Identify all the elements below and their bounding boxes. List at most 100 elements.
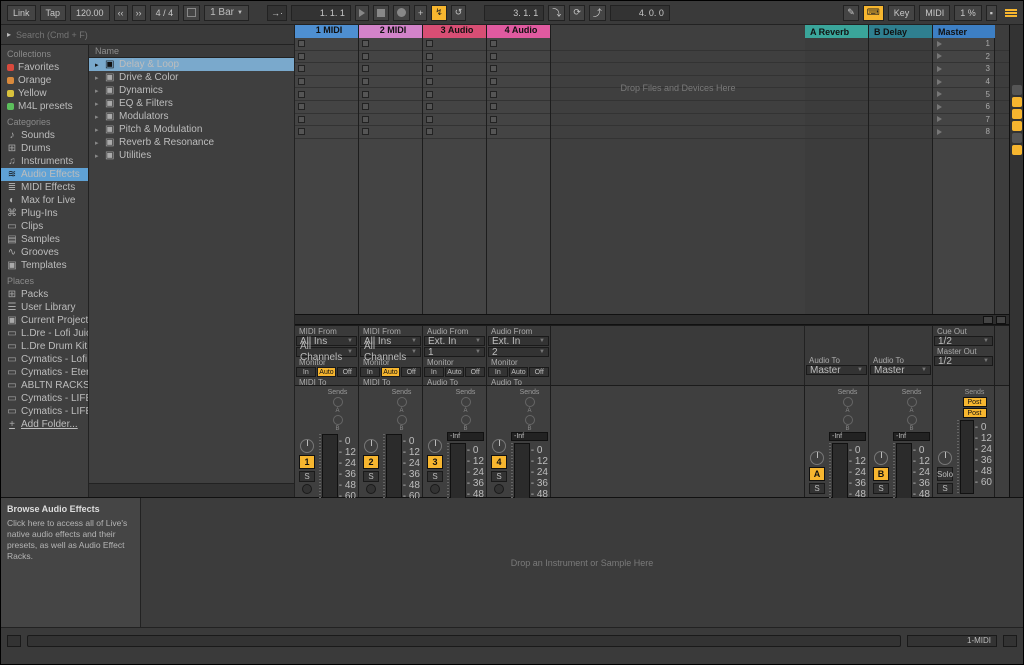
track-body[interactable] [487, 139, 551, 315]
send-b-knob[interactable] [461, 415, 471, 425]
key-map[interactable]: Key [888, 5, 916, 21]
clip-slot[interactable] [359, 101, 422, 114]
clip-slot[interactable] [295, 63, 358, 76]
track-activator[interactable]: 4 [491, 455, 507, 469]
clip-slot[interactable] [487, 88, 550, 101]
computer-midi-keyboard[interactable]: ⌨ [863, 5, 884, 21]
browser-folder[interactable]: ▸▣Dynamics [89, 84, 294, 97]
master-out[interactable]: 1/2▼ [934, 356, 993, 366]
clip-slot[interactable] [487, 63, 550, 76]
solo-button[interactable]: S [427, 471, 443, 482]
category-item[interactable]: ⌘Plug-Ins [1, 207, 88, 220]
clip-slot[interactable] [359, 51, 422, 64]
rail-io-icon[interactable] [1012, 85, 1022, 95]
nudge-down[interactable]: ‹‹ [114, 5, 128, 21]
category-item[interactable]: ≋Audio Effects [1, 168, 88, 181]
monitor-auto[interactable]: Auto [509, 367, 529, 377]
track-body[interactable] [295, 139, 359, 315]
send-b-knob[interactable] [907, 415, 917, 425]
output-type[interactable]: Master▼ [870, 365, 931, 375]
clip-slot[interactable] [487, 101, 550, 114]
send-b-knob[interactable] [525, 415, 535, 425]
rail-m-icon[interactable] [1012, 121, 1022, 131]
place-item[interactable]: ▭L.Dre Drum Kit Vol [1, 340, 88, 353]
clip-slot[interactable] [359, 88, 422, 101]
track-body[interactable] [359, 139, 423, 315]
input-channel[interactable]: 2▼ [488, 347, 549, 357]
arm-button[interactable] [366, 484, 376, 494]
input-channel[interactable]: 1▼ [424, 347, 485, 357]
monitor-in[interactable]: In [360, 367, 380, 377]
clip-slot[interactable] [295, 101, 358, 114]
status-view-toggle[interactable] [7, 635, 21, 647]
quantize-menu[interactable]: 1 Bar ▼ [204, 5, 249, 21]
play-button[interactable] [355, 5, 369, 21]
io-toggle-icon[interactable] [983, 316, 993, 324]
nudge-up[interactable]: ›› [132, 5, 146, 21]
pan-knob[interactable] [938, 451, 952, 465]
clip-slot[interactable] [423, 51, 486, 64]
clip-slot[interactable] [487, 126, 550, 139]
scene-launch[interactable]: 2 [933, 51, 994, 64]
monitor-off[interactable]: Off [465, 367, 485, 377]
overview-scrollbar[interactable] [27, 635, 901, 647]
clip-slot[interactable] [423, 126, 486, 139]
clip-slot[interactable] [487, 114, 550, 127]
clip-slot[interactable] [423, 63, 486, 76]
send-a-knob[interactable] [461, 397, 471, 407]
loop-start[interactable]: 3. 1. 1 [484, 5, 544, 21]
category-item[interactable]: ▭Clips [1, 220, 88, 233]
input-channel[interactable]: All Channels▼ [296, 347, 357, 357]
link-button[interactable]: Link [7, 5, 36, 21]
place-item[interactable]: ▭Cymatics - LIFE Ar [1, 405, 88, 418]
monitor-in[interactable]: In [424, 367, 444, 377]
tempo-field[interactable]: 120.00 [70, 5, 110, 21]
arm-button[interactable] [494, 484, 504, 494]
monitor-auto[interactable]: Auto [317, 367, 337, 377]
place-item[interactable]: ⊞Packs [1, 288, 88, 301]
clip-slot[interactable] [295, 126, 358, 139]
track-activator[interactable]: 2 [363, 455, 379, 469]
clip-slot[interactable] [487, 38, 550, 51]
category-item[interactable]: ▤Samples [1, 233, 88, 246]
collection-item[interactable]: Favorites [1, 61, 88, 74]
scene-launch[interactable]: 1 [933, 38, 994, 51]
device-drop-area[interactable]: Drop an Instrument or Sample Here [141, 498, 1023, 627]
clip-slot[interactable] [423, 76, 486, 89]
rail-s-icon[interactable] [1012, 97, 1022, 107]
rail-d-icon[interactable] [1012, 133, 1022, 143]
pan-knob[interactable] [428, 439, 442, 453]
mixer-toggle-icon[interactable] [996, 316, 1006, 324]
scene-launch[interactable]: 5 [933, 88, 994, 101]
loop-length[interactable]: 4. 0. 0 [610, 5, 670, 21]
clip-slot[interactable] [295, 88, 358, 101]
track-header[interactable]: 4 Audio [487, 25, 551, 38]
clip-slot[interactable] [359, 76, 422, 89]
rail-x-icon[interactable] [1012, 145, 1022, 155]
scene-launch[interactable]: 4 [933, 76, 994, 89]
monitor-auto[interactable]: Auto [445, 367, 465, 377]
drop-zone-large[interactable] [551, 139, 805, 315]
monitor-off[interactable]: Off [401, 367, 421, 377]
pan-knob[interactable] [874, 451, 888, 465]
solo-button[interactable]: S [809, 483, 825, 494]
punch-in[interactable]: ⤵ [548, 5, 565, 21]
clip-slot[interactable] [423, 114, 486, 127]
solo-button[interactable]: S [299, 471, 315, 482]
place-item[interactable]: ☰User Library [1, 301, 88, 314]
collection-item[interactable]: Yellow [1, 87, 88, 100]
solo-button[interactable]: S [363, 471, 379, 482]
record-button[interactable] [393, 5, 410, 21]
rail-r-icon[interactable] [1012, 109, 1022, 119]
input-type[interactable]: Ext. In▼ [424, 336, 485, 346]
metronome-toggle[interactable] [183, 5, 200, 21]
drop-zone[interactable]: Drop Files and Devices Here [551, 38, 805, 139]
category-item[interactable]: ◐Max for Live [1, 194, 88, 207]
collection-item[interactable]: M4L presets [1, 100, 88, 113]
midi-map[interactable]: MIDI [919, 5, 950, 21]
clip-slot[interactable] [423, 38, 486, 51]
track-header[interactable]: 2 MIDI [359, 25, 423, 38]
master-track-header[interactable]: Master [933, 25, 995, 38]
track-body[interactable] [423, 139, 487, 315]
clip-slot[interactable] [295, 76, 358, 89]
